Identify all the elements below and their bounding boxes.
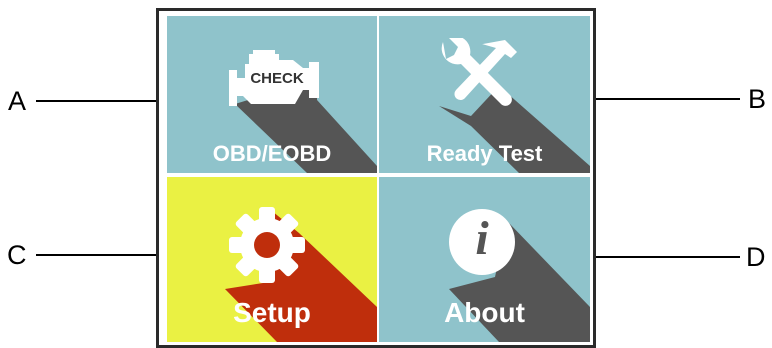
tools-icon — [435, 35, 519, 118]
check-engine-text: CHECK — [250, 70, 304, 87]
menu-tile-setup[interactable]: Setup — [167, 177, 377, 342]
callout-label-c: C — [7, 240, 27, 270]
callout-label-d: D — [746, 242, 766, 272]
tile-label-setup: Setup — [233, 297, 311, 328]
device-screen: CHECK OBD/EOBD Ready Test Setup i About — [156, 8, 596, 348]
menu-tile-ready-test[interactable]: Ready Test — [379, 16, 590, 173]
tile-label-about: About — [444, 297, 525, 328]
menu-tile-about[interactable]: i About — [379, 177, 590, 342]
info-icon-glyph: i — [475, 212, 489, 265]
tile-label-ready-test: Ready Test — [426, 141, 543, 166]
tile-label-obd-eobd: OBD/EOBD — [212, 141, 332, 166]
info-icon: i — [445, 205, 519, 279]
callout-label-a: A — [8, 86, 27, 116]
gear-icon — [227, 205, 307, 285]
menu-tile-obd-eobd[interactable]: CHECK OBD/EOBD — [167, 16, 377, 173]
callout-label-b: B — [748, 84, 767, 114]
check-engine-icon: CHECK — [227, 48, 327, 110]
